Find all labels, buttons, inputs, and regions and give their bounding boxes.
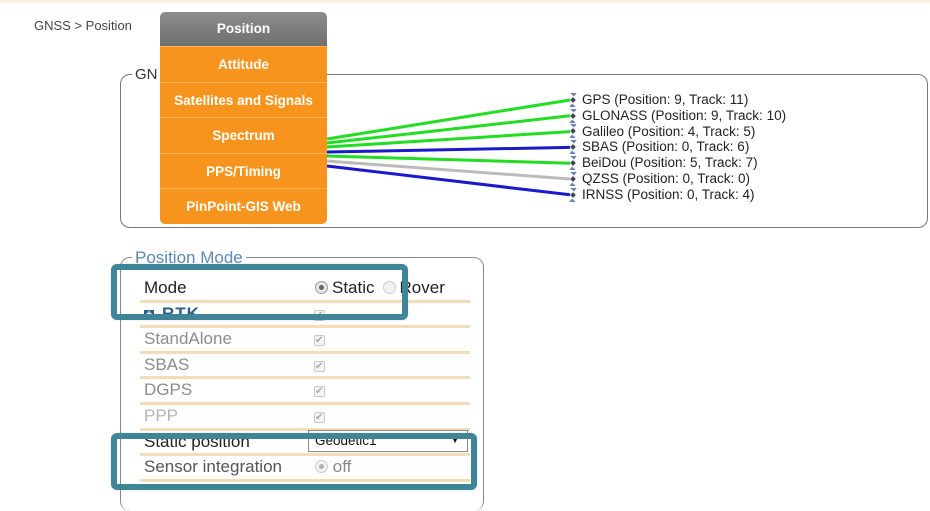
- satellite-icon: [569, 92, 577, 107]
- satellite-row-sbas[interactable]: SBAS (Position: 0, Track: 6): [566, 139, 786, 155]
- signal-line-3: [326, 145, 571, 154]
- satellite-row-beidou[interactable]: BeiDou (Position: 5, Track: 7): [566, 155, 786, 171]
- menu-item-position[interactable]: Position: [160, 12, 327, 46]
- menu-item-pinpoint-gis-web[interactable]: PinPoint-GIS Web: [160, 188, 327, 224]
- satellite-label: GPS (Position: 9, Track: 11): [582, 92, 749, 107]
- satellite-label: GLONASS (Position: 9, Track: 10): [582, 107, 787, 123]
- satellite-icon: [569, 108, 577, 123]
- satellite-list: GPS (Position: 9, Track: 11) GLONASS (Po…: [566, 92, 786, 203]
- satellite-icon: [569, 187, 577, 202]
- satellite-label: QZSS (Position: 0, Track: 0): [582, 170, 751, 186]
- menu-item-spectrum[interactable]: Spectrum: [160, 117, 327, 153]
- signal-line-4: [326, 154, 571, 165]
- satellite-icon: [569, 156, 577, 171]
- satellite-row-galileo[interactable]: Galileo (Position: 4, Track: 5): [566, 124, 786, 140]
- satellite-row-qzss[interactable]: QZSS (Position: 0, Track: 0): [566, 171, 786, 187]
- satellite-label: IRNSS (Position: 0, Track: 4): [582, 186, 755, 202]
- satellite-row-gps[interactable]: GPS (Position: 9, Track: 11): [566, 92, 786, 108]
- menu-item-pps-timing[interactable]: PPS/Timing: [160, 152, 327, 188]
- satellite-icon: [569, 124, 577, 139]
- satellite-row-glonass[interactable]: GLONASS (Position: 9, Track: 10): [566, 108, 786, 124]
- gnss-dropdown-menu: Position Attitude Satellites and Signals…: [160, 12, 327, 224]
- satellite-icon: [569, 140, 577, 155]
- satellite-label: SBAS (Position: 0, Track: 6): [582, 139, 750, 155]
- highlight-static-position-box: [111, 433, 477, 490]
- highlight-mode-box: [111, 264, 408, 320]
- satellite-row-irnss[interactable]: IRNSS (Position: 0, Track: 4): [566, 187, 786, 203]
- menu-item-satellites-and-signals[interactable]: Satellites and Signals: [160, 81, 327, 117]
- satellite-icon: [569, 171, 577, 186]
- satellite-label: BeiDou (Position: 5, Track: 7): [582, 155, 758, 171]
- satellite-label: Galileo (Position: 4, Track: 5): [582, 123, 756, 139]
- menu-item-attitude[interactable]: Attitude: [160, 46, 327, 82]
